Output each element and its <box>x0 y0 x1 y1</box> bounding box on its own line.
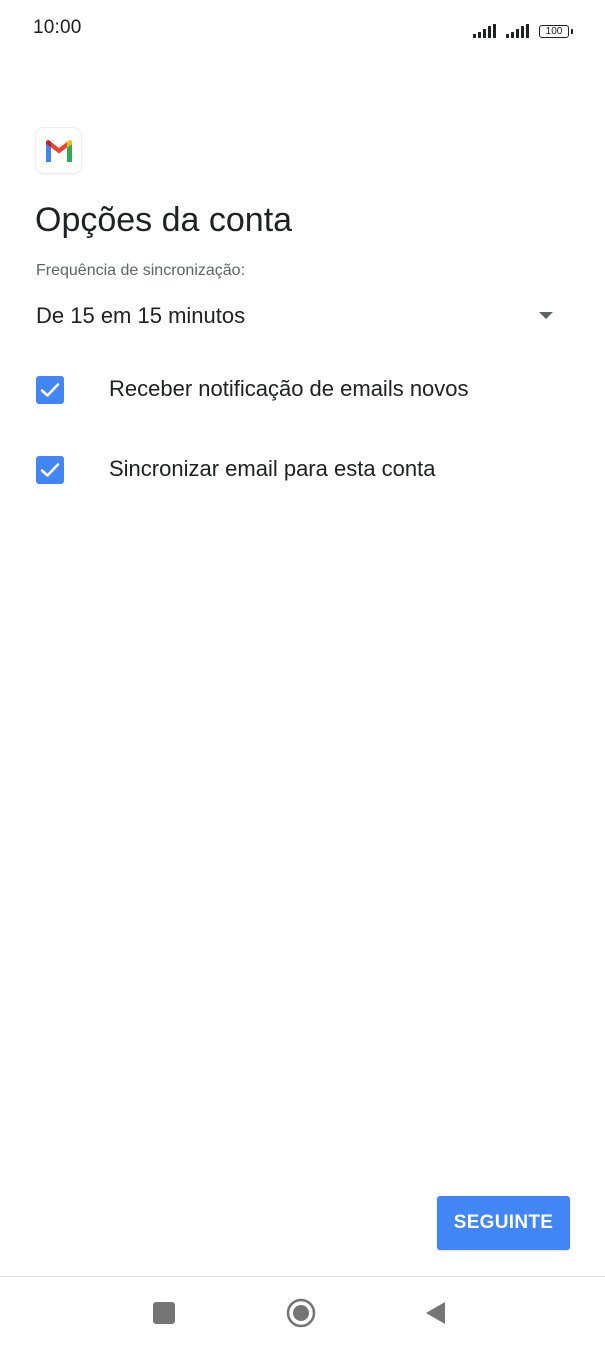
notify-new-emails-checkbox[interactable] <box>36 376 64 404</box>
signal-icon <box>473 24 496 38</box>
battery-icon: 100 <box>539 25 573 38</box>
home-button[interactable] <box>279 1291 323 1335</box>
checkmark-icon <box>40 383 60 397</box>
status-bar: 10:00 100 <box>0 0 605 58</box>
circle-icon <box>286 1298 316 1328</box>
triangle-back-icon <box>426 1302 445 1324</box>
checkmark-icon <box>40 463 60 477</box>
sync-email-option[interactable]: Sincronizar email para esta conta <box>36 450 566 490</box>
sync-frequency-label: Frequência de sincronização: <box>36 262 246 279</box>
sync-frequency-value: De 15 em 15 minutos <box>36 303 246 328</box>
recents-button[interactable] <box>142 1291 186 1335</box>
next-button[interactable]: SEGUINTE <box>437 1196 570 1250</box>
square-icon <box>153 1302 175 1324</box>
notify-new-emails-label: Receber notificação de emails novos <box>109 376 469 401</box>
dropdown-arrow-icon <box>539 312 553 319</box>
page-title: Opções da conta <box>35 201 293 239</box>
sync-frequency-dropdown[interactable]: De 15 em 15 minutos <box>36 298 566 336</box>
battery-level: 100 <box>545 25 563 37</box>
signal-icon-2 <box>506 24 529 38</box>
notify-new-emails-option[interactable]: Receber notificação de emails novos <box>36 370 566 410</box>
gmail-icon <box>36 128 81 173</box>
back-button[interactable] <box>414 1291 458 1335</box>
sync-email-label: Sincronizar email para esta conta <box>109 456 436 481</box>
navigation-bar <box>0 1277 605 1346</box>
status-icons: 100 <box>473 20 573 38</box>
sync-email-checkbox[interactable] <box>36 456 64 484</box>
status-time: 10:00 <box>33 17 82 38</box>
